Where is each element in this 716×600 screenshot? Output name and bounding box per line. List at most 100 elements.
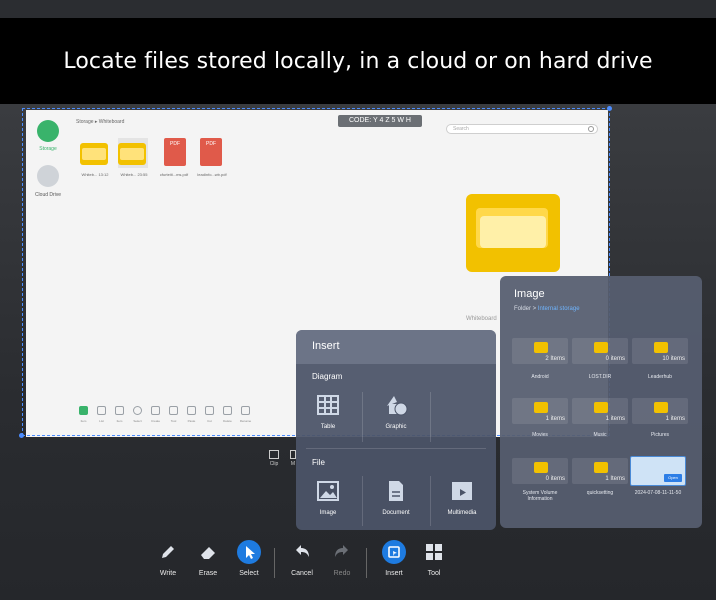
insert-button[interactable]: Insert	[374, 540, 414, 577]
breadcrumb[interactable]: Storage ▸ Whiteboard	[76, 119, 124, 125]
storage-label[interactable]: Storage	[26, 146, 70, 152]
multimedia-icon	[451, 480, 473, 502]
toolbar-item-paste[interactable]: Paste	[184, 404, 199, 426]
folder-cell[interactable]: 1 items	[632, 398, 688, 424]
write-button[interactable]: Write	[148, 542, 188, 577]
selection-handle-bottom-left[interactable]	[19, 433, 24, 438]
multimedia-button[interactable]: Multimedia	[430, 480, 494, 516]
toolbar-item-cut[interactable]: Cut	[202, 404, 217, 426]
file-toolbar: Item List Item Select Create Tool Paste …	[76, 404, 253, 426]
folder-name: System Volume Information	[522, 490, 558, 502]
graphic-icon	[385, 394, 408, 416]
file-label: leadinfo...wb.pdf	[197, 172, 227, 177]
select-icon	[237, 540, 261, 564]
diagram-section-label: Diagram	[312, 372, 343, 381]
folder-name: Pictures	[650, 432, 670, 438]
folder-icon	[594, 462, 608, 473]
path-current[interactable]: Internal storage	[538, 306, 580, 312]
file-item-folder-1[interactable]	[80, 138, 110, 168]
divider	[430, 392, 431, 442]
toolbar-item-sort[interactable]: Item	[112, 404, 127, 426]
folder-cell[interactable]: 10 items	[632, 338, 688, 364]
image-panel-title: Image	[514, 288, 545, 300]
erase-button[interactable]: Erase	[188, 542, 228, 577]
folder-icon	[594, 342, 608, 353]
folder-name: Leaderhub	[648, 374, 672, 380]
toolbar-divider	[366, 548, 367, 578]
write-label: Write	[159, 570, 177, 577]
folder-icon	[118, 143, 146, 165]
redo-icon	[332, 542, 352, 562]
room-code-badge: CODE: Y 4 Z 5 W H	[338, 115, 422, 127]
table-button[interactable]: Table	[296, 394, 360, 430]
insert-title: Insert	[312, 340, 340, 352]
folder-cell[interactable]: 0 items	[512, 458, 568, 484]
toolbar-item-copy[interactable]: Tool	[166, 404, 181, 426]
file-item-pdf-1[interactable]: PDF	[160, 138, 190, 168]
folder-preview-icon	[466, 194, 560, 272]
cloud-drive-label[interactable]: Cloud Drive	[26, 192, 70, 198]
graphic-button[interactable]: Graphic	[364, 394, 428, 430]
multimedia-label: Multimedia	[447, 510, 477, 516]
image-button[interactable]: Image	[296, 480, 360, 516]
tool-button[interactable]: Tool	[414, 542, 454, 577]
cloud-drive-icon[interactable]	[37, 165, 59, 187]
folder-name: LOST.DIR	[588, 374, 612, 380]
cancel-button[interactable]: Cancel	[282, 542, 322, 577]
erase-label: Erase	[198, 570, 218, 577]
file-label: Whiteb... 13:12	[81, 172, 109, 177]
toolbar-item-create[interactable]: Create	[148, 404, 163, 426]
folder-cell[interactable]: 1 Items	[572, 458, 628, 484]
folder-icon	[534, 342, 548, 353]
toolbar-item-select[interactable]: Select	[130, 404, 145, 426]
insert-label: Insert	[385, 570, 403, 577]
clip-label: Clip	[269, 461, 279, 467]
caption-banner: Locate files stored locally, in a cloud …	[0, 18, 716, 104]
pdf-icon: PDF	[200, 138, 222, 166]
storage-icon[interactable]	[37, 120, 59, 142]
document-button[interactable]: Document	[364, 480, 428, 516]
pen-icon	[158, 542, 178, 562]
image-thumbnail[interactable]: Open	[630, 456, 686, 486]
file-label: cfurteiti...ms.pdf	[159, 172, 189, 177]
folder-name: Movies	[532, 432, 548, 438]
toolbar-item-view[interactable]: Item	[76, 404, 91, 426]
search-input[interactable]: Search	[446, 124, 598, 134]
folder-cell[interactable]: 1 items	[512, 398, 568, 424]
folder-icon	[80, 143, 108, 165]
undo-icon	[292, 542, 312, 562]
search-icon[interactable]	[588, 126, 594, 132]
search-placeholder: Search	[453, 126, 469, 132]
toolbar-item-delete[interactable]: Delete	[220, 404, 235, 426]
clip-button[interactable]: Clip	[264, 450, 284, 474]
folder-path[interactable]: Folder > Internal storage	[514, 306, 580, 312]
folder-name: Music	[593, 432, 607, 438]
toolbar-item-rename[interactable]: Rename	[238, 404, 253, 426]
folder-icon	[594, 402, 608, 413]
pdf-icon: PDF	[164, 138, 186, 166]
graphic-label: Graphic	[385, 424, 407, 430]
open-button[interactable]: Open	[664, 474, 682, 482]
clip-icon	[269, 450, 279, 459]
folder-icon	[534, 462, 548, 473]
image-icon	[317, 480, 339, 502]
divider	[362, 392, 363, 442]
file-item-folder-2[interactable]	[118, 138, 148, 168]
file-section-label: File	[312, 458, 325, 467]
image-name: 2024-07-08-11-11-50	[634, 490, 682, 496]
file-item-pdf-2[interactable]: PDF	[196, 138, 226, 168]
selection-handle-top-right[interactable]	[607, 106, 612, 111]
select-button[interactable]: Select	[229, 540, 269, 577]
divider	[362, 476, 363, 526]
folder-icon	[654, 402, 668, 413]
folder-cell[interactable]: 0 items	[572, 338, 628, 364]
caption-text: Locate files stored locally, in a cloud …	[63, 48, 653, 74]
eraser-icon	[198, 542, 218, 562]
folder-cell[interactable]: 2 Items	[512, 338, 568, 364]
folder-cell[interactable]: 1 items	[572, 398, 628, 424]
cancel-label: Cancel	[291, 570, 313, 577]
image-label: Image	[319, 510, 337, 516]
redo-button[interactable]: Redo	[322, 542, 362, 577]
tool-icon	[424, 542, 444, 562]
toolbar-item-list[interactable]: List	[94, 404, 109, 426]
